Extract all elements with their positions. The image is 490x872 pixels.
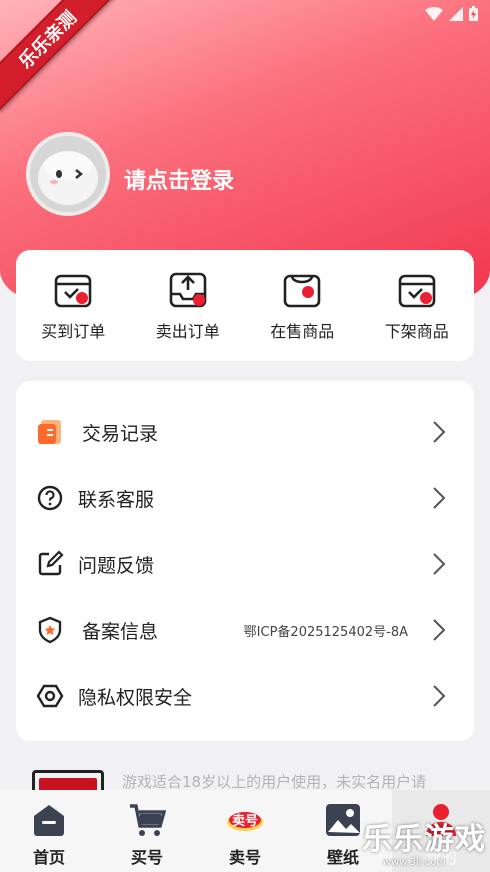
menu-value: 鄂ICP备2025125402号-8A [243,624,408,640]
chevron-right-icon [433,421,446,443]
age-notice-text: 游戏适合18岁以上的用户使用，未实名用户请 [122,773,427,791]
edit-icon [38,550,64,576]
login-prompt[interactable]: 请点击登录 [124,163,234,195]
home-icon [34,805,64,836]
status-bar [425,6,478,21]
site-watermark-url: www.3ll.com [382,857,446,868]
tab-sell[interactable]: 卖号 卖号 [196,790,294,872]
on-sale-icon [283,274,321,308]
chevron-right-icon [433,685,446,707]
chevron-right-icon [433,553,446,575]
tab-buy[interactable]: 买号 [98,790,196,872]
site-watermark: 乐乐游戏 [362,822,486,857]
orders-card: 买到订单 卖出订单 在售商品 下架商品 [16,250,474,361]
menu-item-privacy[interactable]: 隐私权限安全 [16,663,474,729]
menu-item-customer-service[interactable]: 联系客服 [16,465,474,531]
battery-icon [469,6,478,21]
off-shelf-icon [398,274,436,308]
order-label: 买到订单 [41,322,106,341]
menu-item-transactions[interactable]: 交易记录 [16,399,474,465]
chevron-right-icon [433,487,446,509]
menu-label: 备案信息 [82,620,159,643]
order-bought[interactable]: 买到订单 [16,250,131,361]
avatar[interactable] [26,132,110,216]
order-label: 在售商品 [270,322,335,341]
sold-orders-icon [169,272,207,308]
menu-label: 交易记录 [82,422,159,445]
order-sold[interactable]: 卖出订单 [131,250,246,361]
tab-home[interactable]: 首页 [0,790,98,872]
transaction-record-icon [38,420,61,444]
menu-label: 隐私权限安全 [78,686,193,709]
tab-label: 卖号 [228,848,261,867]
sell-badge-icon: 卖号 [227,812,263,831]
signal-icon [449,6,463,21]
tab-label: 首页 [32,848,65,867]
mascot-avatar-icon [30,136,106,212]
menu-item-feedback[interactable]: 问题反馈 [16,531,474,597]
cart-icon [130,804,166,836]
shield-icon [38,616,62,644]
wifi-icon [425,6,443,21]
wallpaper-icon [326,804,360,836]
menu-label: 联系客服 [78,488,155,511]
order-off-shelf[interactable]: 下架商品 [360,250,475,361]
help-circle-icon [37,485,63,511]
hexagon-icon [36,684,64,708]
chevron-right-icon [433,619,446,641]
order-label: 下架商品 [384,322,449,341]
tab-label: 壁纸 [326,848,359,867]
menu-item-icp-info[interactable]: 备案信息 鄂ICP备2025125402号-8A [16,597,474,663]
menu-label: 问题反馈 [78,554,155,577]
sell-badge-text: 卖号 [232,813,258,829]
menu-card: 交易记录 联系客服 问题反馈 备案信息 鄂ICP备2025125402号-8A [16,381,474,741]
tab-label: 买号 [130,848,163,867]
order-label: 卖出订单 [155,322,220,341]
bought-orders-icon [54,274,92,308]
order-on-sale[interactable]: 在售商品 [245,250,360,361]
